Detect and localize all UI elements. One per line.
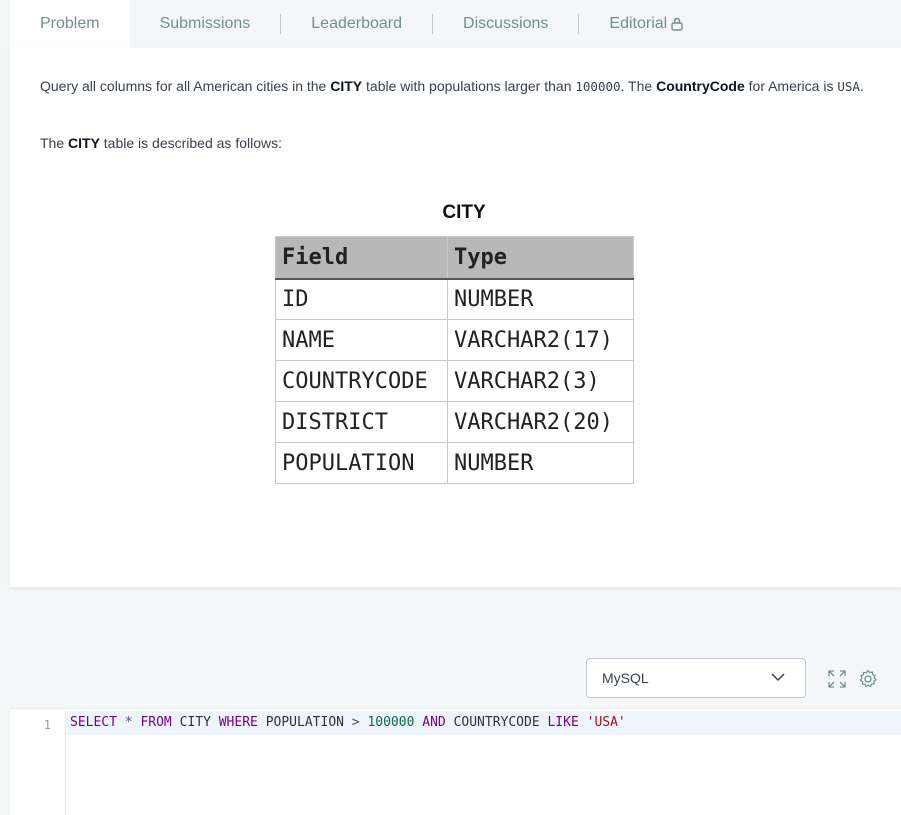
table-header-cell: Field bbox=[275, 236, 448, 280]
tab-label: Leaderboard bbox=[311, 15, 403, 32]
language-select[interactable]: MySQL bbox=[586, 658, 806, 698]
chevron-down-icon bbox=[771, 673, 785, 682]
statement-bold: CITY bbox=[330, 78, 363, 94]
tab-discussions[interactable]: Discussions bbox=[433, 0, 578, 48]
table-row: DISTRICT VARCHAR2(20) bbox=[275, 401, 634, 443]
city-table: Field Type ID NUMBER NAME VARCHAR2(17) C… bbox=[275, 236, 634, 484]
statement-code: 100000 bbox=[575, 79, 621, 94]
statement-bold: CITY bbox=[68, 135, 100, 151]
statement-bold: CountryCode bbox=[656, 78, 745, 94]
code-editor: MySQL 1 SELECT * FROM CITY WHERE POPULAT… bbox=[10, 649, 901, 815]
code-token: COUNTRYCODE bbox=[445, 715, 548, 730]
statement-text: . The bbox=[620, 78, 657, 94]
code-token: * bbox=[116, 715, 141, 730]
table-cell: COUNTRYCODE bbox=[275, 360, 448, 402]
code-keyword: WHERE bbox=[218, 715, 258, 730]
table-cell: VARCHAR2(3) bbox=[447, 360, 634, 402]
statement-text: The bbox=[40, 135, 69, 151]
code-token: POPULATION bbox=[257, 715, 352, 730]
code-token: CITY bbox=[171, 715, 219, 730]
gear-icon[interactable] bbox=[858, 669, 878, 689]
table-cell: DISTRICT bbox=[275, 401, 448, 443]
statement-text: Query all columns for all American citie… bbox=[40, 78, 331, 94]
fullscreen-icon[interactable] bbox=[828, 670, 846, 688]
tab-problem[interactable]: Problem bbox=[10, 0, 130, 48]
table-row: POPULATION NUMBER bbox=[275, 442, 634, 484]
table-cell: VARCHAR2(17) bbox=[447, 319, 634, 361]
table-cell: ID bbox=[275, 278, 448, 320]
tab-label: Problem bbox=[40, 15, 100, 32]
statement-text: . bbox=[859, 78, 864, 94]
code-keyword: AND bbox=[422, 715, 446, 730]
table-cell: VARCHAR2(20) bbox=[447, 401, 634, 443]
tab-label: Submissions bbox=[159, 15, 251, 32]
statement-code: USA bbox=[837, 79, 860, 94]
table-header-cell: Type bbox=[447, 236, 634, 280]
tab-bar: Problem Submissions Leaderboard Discussi… bbox=[10, 0, 901, 48]
tab-leaderboard[interactable]: Leaderboard bbox=[281, 0, 432, 48]
editor-toolbar: MySQL bbox=[10, 649, 901, 709]
code-keyword: SELECT bbox=[70, 715, 117, 730]
statement-text: table with populations larger than bbox=[362, 78, 576, 94]
table-cell: NUMBER bbox=[447, 278, 634, 320]
table-title: CITY bbox=[442, 202, 486, 223]
table-row: ID NUMBER bbox=[275, 278, 634, 320]
code-keyword: FROM bbox=[140, 715, 172, 730]
line-gutter: 1 bbox=[10, 710, 66, 815]
code-number: 100000 bbox=[367, 715, 415, 730]
language-select-value: MySQL bbox=[602, 670, 649, 686]
code-keyword: LIKE bbox=[547, 715, 579, 730]
statement-text: for America is bbox=[744, 78, 838, 94]
table-intro: The CITY table is described as follows: bbox=[40, 132, 282, 154]
table-cell: POPULATION bbox=[275, 442, 448, 484]
lock-icon bbox=[671, 17, 683, 31]
problem-statement: Query all columns for all American citie… bbox=[40, 72, 870, 101]
table-cell: NAME bbox=[275, 319, 448, 361]
code-operator: > bbox=[351, 715, 360, 730]
table-row: NAME VARCHAR2(17) bbox=[275, 319, 634, 361]
table-header-row: Field Type bbox=[275, 236, 634, 280]
code-line[interactable]: SELECT * FROM CITY WHERE POPULATION > 10… bbox=[66, 711, 901, 735]
tab-editorial[interactable]: Editorial bbox=[579, 0, 683, 48]
tab-label: Editorial bbox=[609, 15, 668, 32]
code-string: 'USA' bbox=[586, 715, 626, 730]
table-row: COUNTRYCODE VARCHAR2(3) bbox=[275, 360, 634, 402]
problem-panel: Query all columns for all American citie… bbox=[10, 48, 901, 587]
tab-submissions[interactable]: Submissions bbox=[130, 0, 281, 48]
line-number: 1 bbox=[43, 718, 51, 732]
statement-text: table is described as follows: bbox=[99, 135, 282, 151]
tab-label: Discussions bbox=[463, 15, 549, 32]
table-cell: NUMBER bbox=[447, 442, 634, 484]
